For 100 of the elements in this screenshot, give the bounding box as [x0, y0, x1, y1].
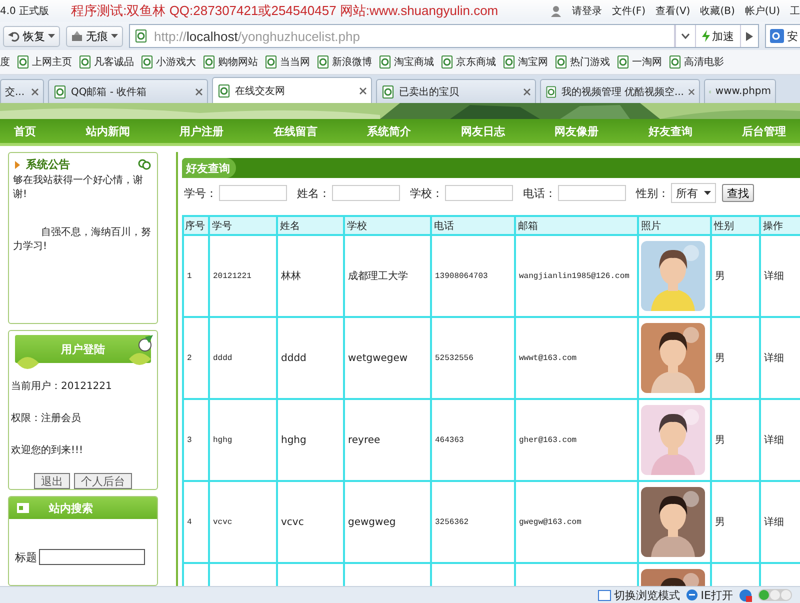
browser-tab[interactable]: 我的视频管理 优酷视频空...	[540, 79, 700, 103]
table-cell: 3	[183, 399, 209, 481]
ie-open-button[interactable]: IE打开	[686, 588, 733, 602]
bookmark-item[interactable]: 上网主页	[16, 55, 72, 69]
title-input-field[interactable]	[39, 549, 145, 565]
bookmark-item[interactable]: 热门游戏	[554, 55, 610, 69]
detail-link[interactable]: 详细	[764, 435, 784, 446]
search-engine-icon	[770, 29, 784, 43]
table-cell: 男	[711, 317, 760, 399]
column-header: 邮箱	[515, 216, 638, 235]
table-cell: reyree	[344, 399, 431, 481]
search-engine-field[interactable]: 安	[765, 24, 800, 48]
undo-icon	[8, 30, 20, 42]
bookmark-item[interactable]: 当当网	[264, 55, 310, 69]
version-label: 4.0 正式版	[0, 4, 50, 18]
filter-input-field[interactable]	[219, 185, 287, 201]
column-header: 操作	[760, 216, 800, 235]
table-cell: 成都理工大学	[344, 235, 431, 317]
section-header: 好友查询	[182, 158, 800, 178]
menu-item[interactable]: 文件(F)	[612, 4, 646, 18]
field-label: 标题	[15, 550, 37, 564]
caret-icon	[48, 34, 55, 38]
table-cell: wangjianlin1985@126.com	[515, 235, 638, 317]
login-info-text: 欢迎您的到来!!!	[11, 444, 84, 457]
table-cell: 3256362	[431, 481, 515, 563]
menu-item[interactable]: 收藏(B)	[700, 4, 735, 18]
filter-label: 学号：	[184, 186, 217, 200]
leaf-icon	[17, 355, 39, 371]
bookmark-item[interactable]: 度	[0, 55, 10, 69]
filter-label: 学校：	[410, 186, 443, 200]
address-bar[interactable]: http://localhost/yonghuzhucelist.php 加速	[129, 24, 759, 48]
restore-button[interactable]: 恢复	[3, 26, 60, 46]
table-cell: 男	[711, 481, 760, 563]
speed-button[interactable]: 加速	[695, 25, 740, 47]
browser-tab[interactable]: 在线交友网	[212, 77, 372, 103]
table-cell: 4	[183, 481, 209, 563]
menu-item[interactable]: 查看(V)	[656, 4, 690, 18]
bookmark-item[interactable]: 购物网站	[202, 55, 258, 69]
filter-input-field[interactable]	[332, 185, 400, 201]
close-icon[interactable]	[359, 86, 367, 94]
search-button[interactable]: 查找	[722, 184, 754, 202]
detail-link[interactable]: 详细	[764, 271, 784, 282]
filter-label: 姓名：	[297, 186, 330, 200]
table-cell: 1	[183, 235, 209, 317]
column-header: 序号	[183, 216, 209, 235]
column-header: 照片	[638, 216, 711, 235]
switch-mode-button[interactable]: 切换浏览模式	[598, 588, 680, 602]
detail-link[interactable]: 详细	[764, 517, 784, 528]
bookmark-item[interactable]: 淘宝商城	[378, 55, 434, 69]
login-link[interactable]: 请登录	[572, 4, 602, 18]
table-cell: gwegw@163.com	[515, 481, 638, 563]
lightning-icon	[702, 30, 710, 42]
close-icon[interactable]	[688, 88, 695, 96]
filter-input-field[interactable]	[445, 185, 513, 201]
filter-label: 电话：	[523, 186, 556, 200]
panel-title: 系统公告	[26, 157, 71, 172]
login-info-text: 权限：注册会员	[11, 412, 82, 425]
menu-item[interactable]: 工	[790, 4, 800, 18]
banner-text: 程序测试:双鱼林 QQ:287307421或254540457 网站:www.shuangyulin.com	[71, 2, 498, 20]
bookmark-item[interactable]: 淘宝网	[502, 55, 548, 69]
panel-header: 站内搜索	[9, 497, 157, 519]
detail-link[interactable]: 详细	[764, 353, 784, 364]
bookmark-item[interactable]: 新浪微博	[316, 55, 372, 69]
login-panel-button[interactable]: 退出	[34, 473, 70, 489]
browser-tab[interactable]: 交...	[0, 79, 44, 103]
table-cell: hghg	[277, 399, 344, 481]
column-header: 学号	[209, 216, 277, 235]
table-cell: wwwt@163.com	[515, 317, 638, 399]
bookmark-item[interactable]: 高清电影	[668, 55, 724, 69]
bookmark-item[interactable]: 京东商城	[440, 55, 496, 69]
notice-text: 够在我站获得一个好心情，谢谢!	[12, 174, 144, 202]
close-icon[interactable]	[31, 88, 39, 96]
gender-select[interactable]: 所有	[671, 183, 716, 203]
table-cell: gher@163.com	[515, 399, 638, 481]
browser-tab[interactable]: QQ邮箱 - 收件箱	[48, 79, 208, 103]
close-icon[interactable]	[523, 88, 531, 96]
table-cell: vcvc	[277, 481, 344, 563]
table-cell: vcvc	[209, 481, 277, 563]
caret-icon	[111, 34, 118, 38]
bookmark-item[interactable]: 凡客诚品	[78, 55, 134, 69]
column-header: 电话	[431, 216, 515, 235]
filter-label: 性别：	[636, 186, 669, 200]
private-mode-button[interactable]: 无痕	[66, 26, 123, 46]
url-text: http://localhost/yonghuzhucelist.php	[154, 28, 361, 44]
close-icon[interactable]	[195, 88, 203, 96]
table-cell: 52532556	[431, 317, 515, 399]
browser-tab[interactable]: 已卖出的宝贝	[376, 79, 536, 103]
login-panel-button[interactable]: 个人后台	[74, 473, 132, 489]
column-header: 姓名	[277, 216, 344, 235]
card-icon	[17, 503, 29, 513]
login-info-text: 当前用户：20121221	[11, 380, 113, 393]
menu-item[interactable]: 帐户(U)	[744, 4, 780, 18]
hat-icon	[71, 30, 83, 42]
filter-input-field[interactable]	[558, 185, 626, 201]
bookmark-item[interactable]: 小游戏大	[140, 55, 196, 69]
bookmark-item[interactable]: 一淘网	[616, 55, 662, 69]
table-cell: 男	[711, 235, 760, 317]
browser-icon	[686, 589, 698, 601]
browser-tab[interactable]: www.phpm	[704, 79, 776, 103]
table-cell: dddd	[209, 317, 277, 399]
